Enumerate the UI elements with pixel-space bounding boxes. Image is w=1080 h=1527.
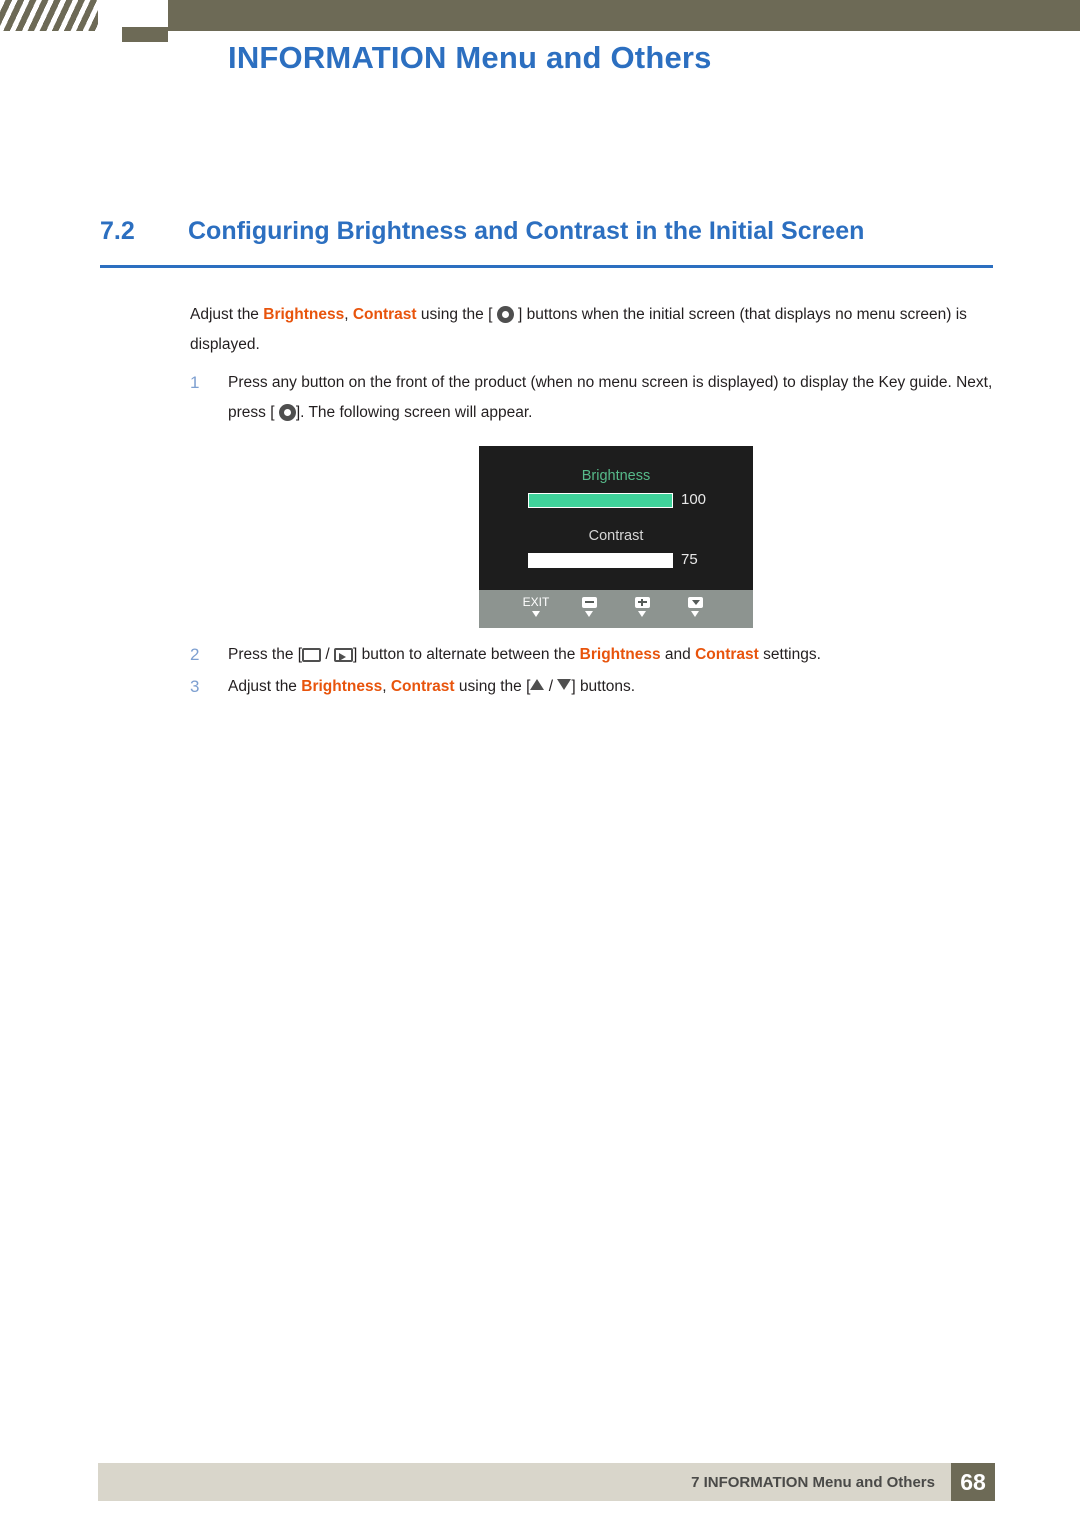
section-title: Configuring Brightness and Contrast in t…	[188, 217, 865, 245]
step-2-number: 2	[190, 645, 200, 664]
joystick-button-icon	[496, 306, 514, 323]
step-3-separator: ,	[382, 678, 391, 695]
body-content: Adjust the Brightness, Contrast using th…	[100, 300, 1000, 430]
osd-key-minus	[564, 595, 614, 617]
osd-key-caret-icon	[585, 611, 593, 617]
step-1: 1 Press any button on the front of the p…	[190, 368, 1005, 428]
minus-icon	[564, 595, 614, 609]
plus-icon	[617, 595, 667, 609]
osd-key-guide-bar: EXIT	[479, 590, 753, 628]
footer-label: 7 INFORMATION Menu and Others	[691, 1474, 935, 1491]
page-number: 68	[951, 1463, 995, 1501]
step-2-text-b: ] button to alternate between the	[353, 646, 580, 663]
up-arrow-button-icon	[530, 679, 545, 690]
section-number: 7.2	[100, 217, 135, 245]
step-2: 2 Press the [ / ] button to alternate be…	[190, 640, 1005, 670]
osd-key-caret-icon	[532, 611, 540, 617]
osd-figure: Brightness 100 Contrast 75 EXIT	[479, 446, 753, 628]
step-3-text-c: ] buttons.	[571, 678, 636, 695]
step-2-keyword-contrast: Contrast	[695, 646, 759, 663]
section-divider	[100, 265, 993, 268]
osd-key-caret-icon	[638, 611, 646, 617]
window-button-icon	[302, 648, 322, 662]
osd-contrast-value: 75	[681, 551, 698, 568]
osd-contrast-label: Contrast	[588, 528, 644, 544]
osd-screen: Brightness 100 Contrast 75	[479, 446, 753, 590]
step-3-keyword-brightness: Brightness	[301, 678, 383, 695]
header-accent-block	[122, 27, 168, 42]
osd-key-exit: EXIT	[511, 595, 561, 617]
intro-text-middle: using the [	[416, 306, 493, 323]
intro-paragraph: Adjust the Brightness, Contrast using th…	[190, 300, 1000, 360]
osd-brightness-bar	[528, 493, 673, 508]
down-arrow-icon	[670, 595, 720, 609]
step-3-number: 3	[190, 677, 200, 696]
intro-keyword-brightness: Brightness	[263, 306, 345, 323]
osd-key-caret-icon	[691, 611, 699, 617]
intro-separator: ,	[344, 306, 353, 323]
section-heading: 7.2 Configuring Brightness and Contrast i…	[100, 217, 1000, 246]
step-1-number: 1	[190, 373, 200, 392]
step-2-text-a: Press the [	[228, 646, 303, 663]
osd-brightness-label: Brightness	[581, 468, 651, 484]
osd-key-plus	[617, 595, 667, 617]
step-2-keyword-brightness: Brightness	[579, 646, 661, 663]
osd-contrast-bar-fill	[529, 554, 637, 567]
osd-brightness-value: 100	[681, 491, 707, 508]
joystick-button-icon	[278, 404, 296, 421]
osd-contrast-bar	[528, 553, 673, 568]
enter-button-icon	[334, 648, 354, 662]
step-3-text-b: using the [	[454, 678, 531, 695]
down-arrow-button-icon	[557, 679, 572, 690]
page-header-title: INFORMATION Menu and Others	[228, 40, 712, 75]
osd-key-down	[670, 595, 720, 617]
osd-brightness-bar-fill	[529, 494, 672, 507]
step-2-text-c: and	[660, 646, 696, 663]
intro-text-before: Adjust the	[190, 306, 264, 323]
hatch-pattern-decoration	[0, 0, 98, 31]
osd-key-exit-label: EXIT	[522, 595, 550, 609]
body-content-lower: 2 Press the [ / ] button to alternate be…	[100, 640, 1000, 704]
intro-keyword-contrast: Contrast	[352, 306, 417, 323]
step-3-text-a: Adjust the	[228, 678, 302, 695]
step-3: 3 Adjust the Brightness, Contrast using …	[190, 672, 1005, 702]
step-2-text-d: settings.	[758, 646, 821, 663]
step-1-text-b: ]. The following screen will appear.	[295, 404, 533, 421]
step-3-keyword-contrast: Contrast	[390, 678, 455, 695]
